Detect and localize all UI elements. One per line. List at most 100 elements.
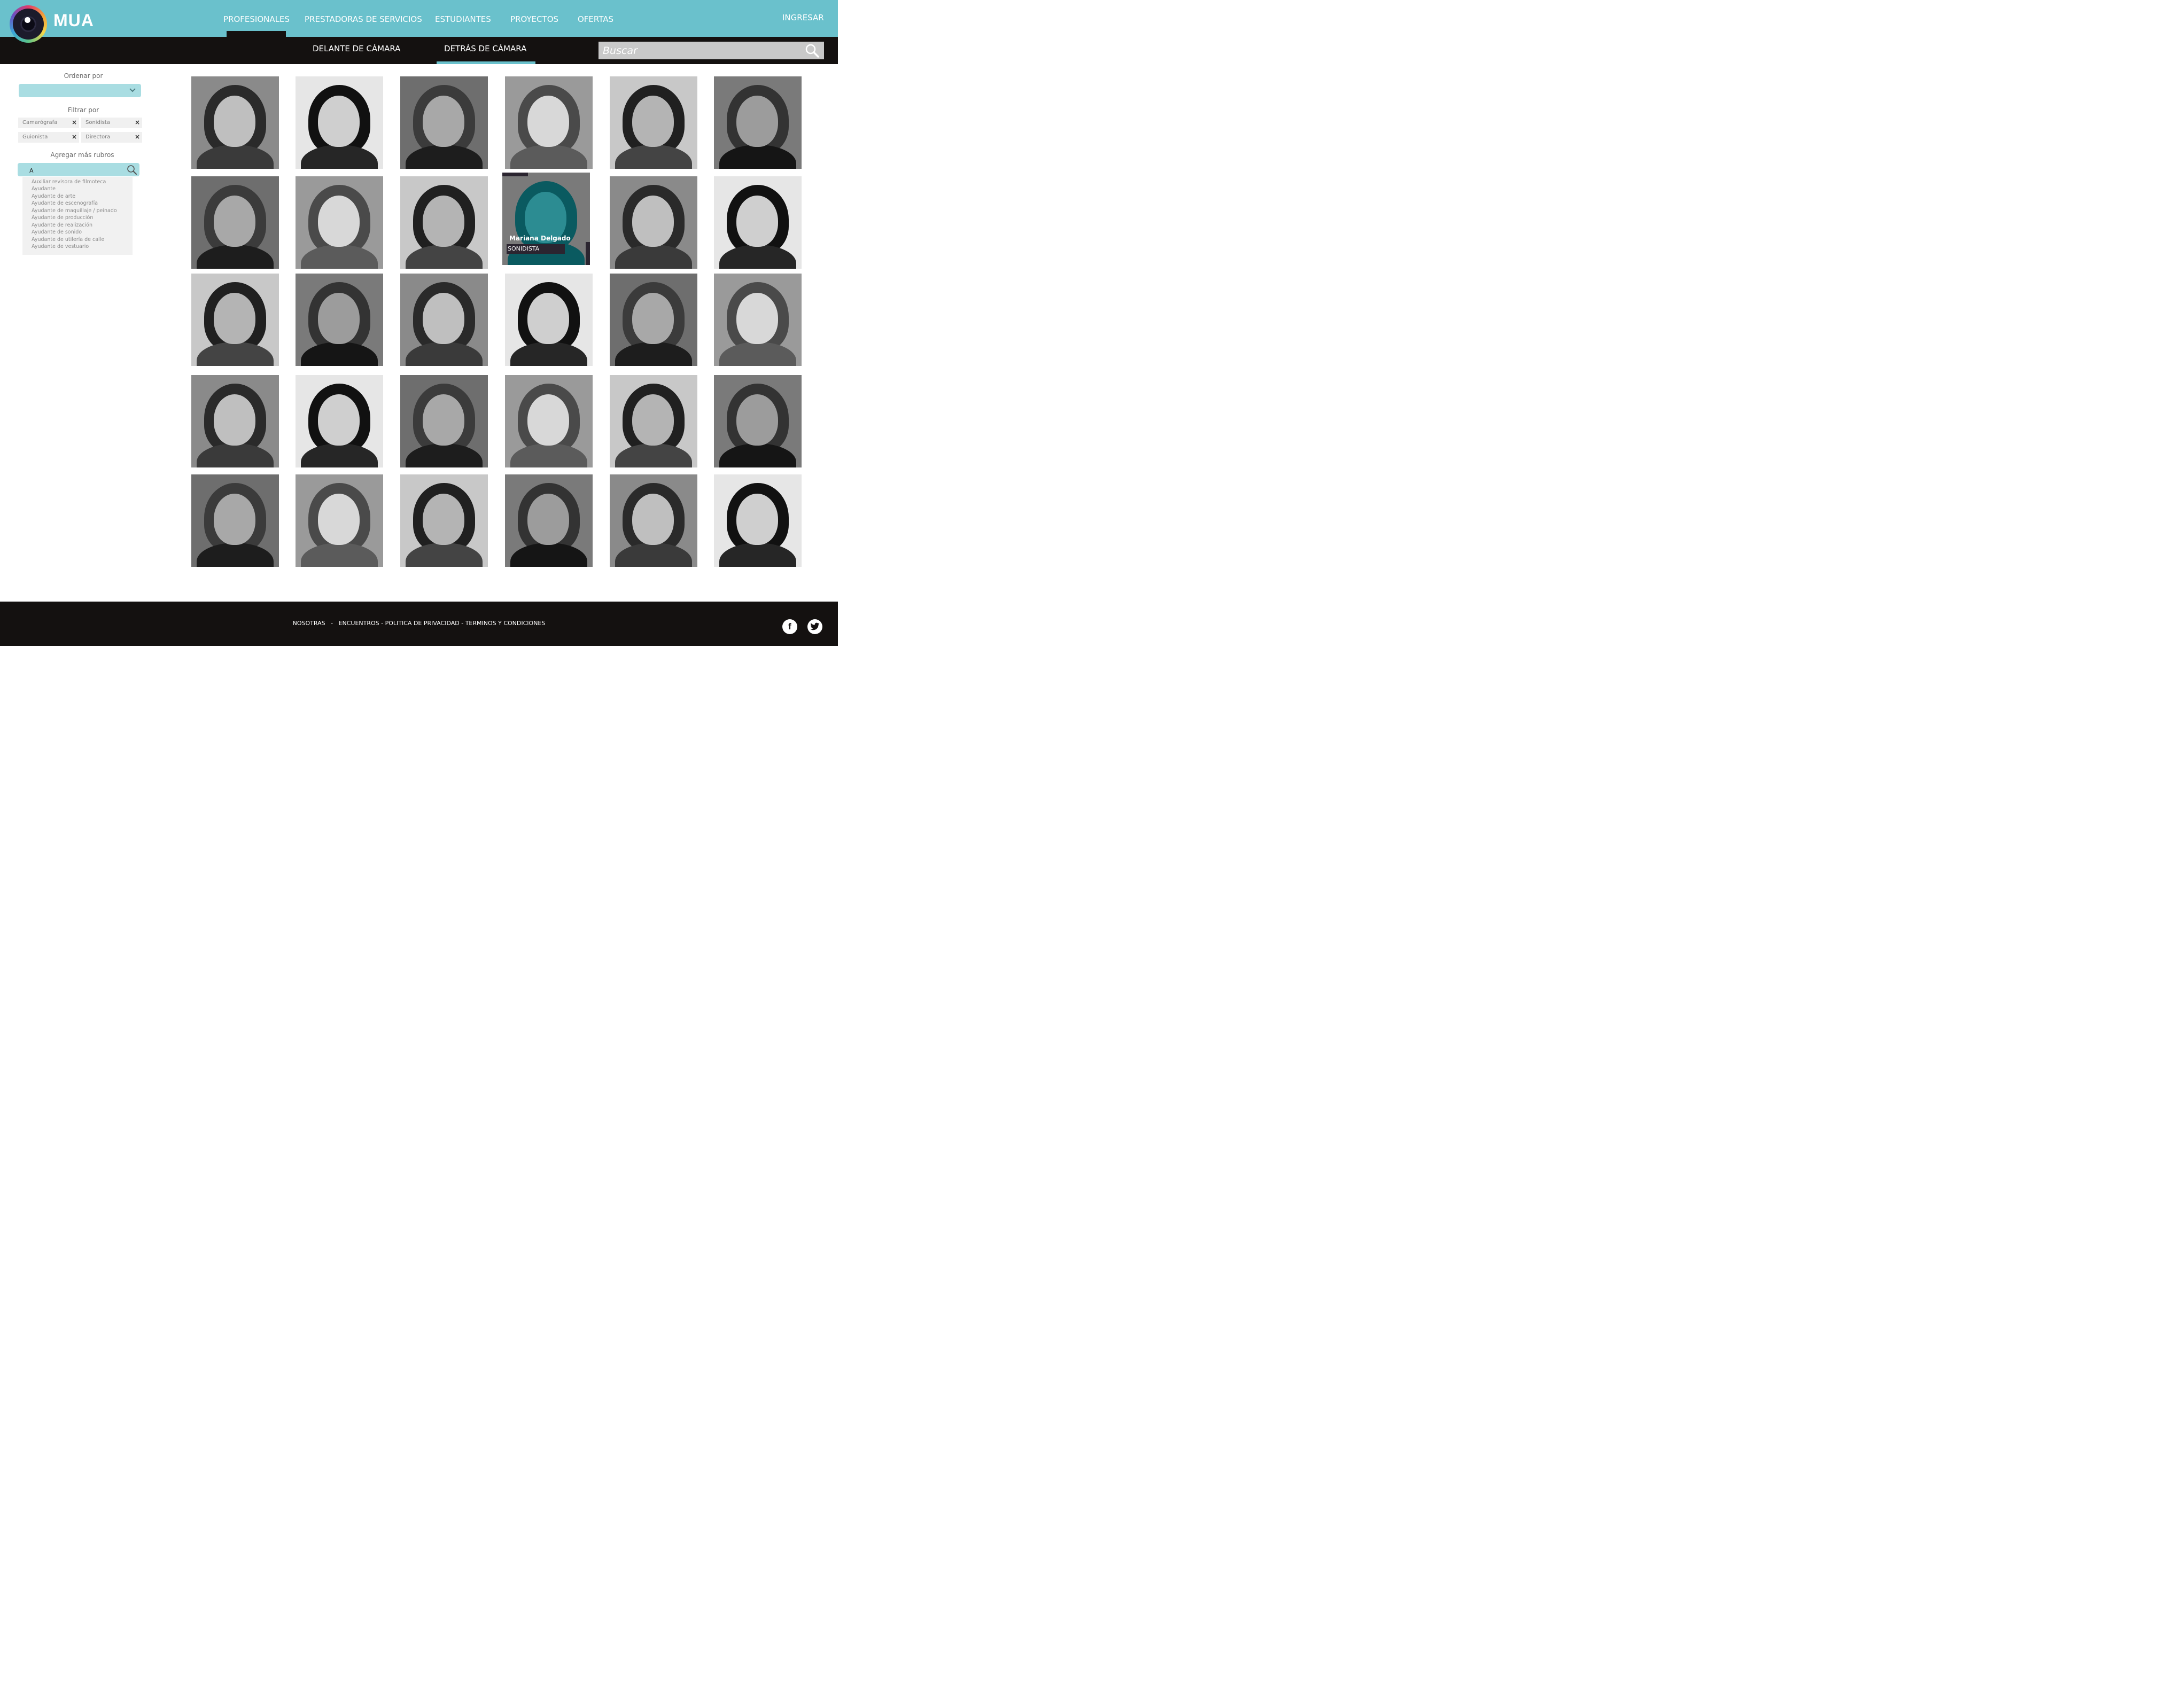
suggestion-item[interactable]: Ayudante de producción xyxy=(32,215,93,221)
photo-face xyxy=(632,96,674,147)
profile-photo[interactable] xyxy=(191,375,279,467)
suggestion-item[interactable]: Ayudante de maquillaje / peinado xyxy=(32,208,117,214)
suggestion-item[interactable]: Ayudante de escenografía xyxy=(32,200,98,206)
sort-select[interactable] xyxy=(19,84,141,97)
photo-face xyxy=(527,494,569,545)
filter-chip-label: Guionista xyxy=(22,134,48,140)
profile-photo[interactable] xyxy=(191,76,279,169)
nav-item-prestadoras[interactable]: PRESTADORAS DE SERVICIOS xyxy=(305,14,422,24)
chevron-down-icon xyxy=(129,88,136,92)
profile-photo[interactable] xyxy=(400,176,488,269)
profile-photo[interactable] xyxy=(505,274,593,366)
mua-logo[interactable] xyxy=(10,5,47,43)
photo-body xyxy=(197,145,274,169)
profile-photo[interactable] xyxy=(610,474,697,567)
tab-detras-de-camara[interactable]: DETRÁS DE CÁMARA xyxy=(444,44,526,53)
profile-photo[interactable] xyxy=(296,76,383,169)
tab-delante-de-camara[interactable]: DELANTE DE CÁMARA xyxy=(313,44,400,53)
nav-item-proyectos[interactable]: PROYECTOS xyxy=(510,14,558,24)
profile-photo[interactable] xyxy=(505,76,593,169)
photo-body xyxy=(301,443,378,467)
photo-body xyxy=(406,443,483,467)
profile-photo[interactable]: Mariana Delgado SONIDISTA xyxy=(502,173,590,265)
profile-photo[interactable] xyxy=(714,274,802,366)
photo-body xyxy=(510,443,587,467)
footer-link-privacidad[interactable]: POLITICA DE PRIVACIDAD xyxy=(385,620,460,627)
photo-face xyxy=(423,96,464,147)
profile-photo[interactable] xyxy=(714,76,802,169)
footer-separator: - xyxy=(461,620,465,627)
suggestion-item[interactable]: Auxiliar revisora de filmoteca xyxy=(32,179,106,185)
hover-corner xyxy=(502,173,528,176)
footer-link-terminos[interactable]: TERMINOS Y CONDICIONES xyxy=(465,620,546,627)
filter-chip-label: Directora xyxy=(86,134,111,140)
profile-photo[interactable] xyxy=(714,375,802,467)
search-icon[interactable] xyxy=(127,165,137,175)
profile-photo[interactable] xyxy=(296,274,383,366)
photo-face xyxy=(632,293,674,344)
profile-photo[interactable] xyxy=(191,474,279,567)
photo-body xyxy=(197,543,274,567)
close-icon[interactable]: × xyxy=(72,119,77,126)
subtab-active-indicator xyxy=(437,61,535,64)
profile-photo[interactable] xyxy=(400,76,488,169)
search-input[interactable] xyxy=(599,42,806,59)
profile-photo[interactable] xyxy=(191,274,279,366)
photo-body xyxy=(719,342,796,366)
photo-body xyxy=(719,443,796,467)
suggestion-item[interactable]: Ayudante de utilería de calle xyxy=(32,237,104,243)
search-icon[interactable] xyxy=(805,43,820,58)
profile-photo[interactable] xyxy=(505,375,593,467)
suggestion-item[interactable]: Ayudante de vestuario xyxy=(32,244,89,250)
profile-photo[interactable] xyxy=(610,176,697,269)
footer-link-encuentros[interactable]: ENCUENTROS xyxy=(339,620,379,627)
photo-face xyxy=(423,196,464,247)
filter-chip-guionista: Guionista × xyxy=(18,132,79,143)
profile-photo[interactable] xyxy=(400,474,488,567)
profile-photo[interactable] xyxy=(296,176,383,269)
profile-photo[interactable] xyxy=(714,176,802,269)
profile-photo[interactable] xyxy=(296,474,383,567)
profile-photo[interactable] xyxy=(610,375,697,467)
photo-body xyxy=(301,342,378,366)
camera-lens-icon xyxy=(13,9,44,40)
photo-face xyxy=(423,293,464,344)
profile-photo[interactable] xyxy=(714,474,802,567)
close-icon[interactable]: × xyxy=(72,133,77,141)
close-icon[interactable]: × xyxy=(135,133,140,141)
photo-face xyxy=(632,394,674,446)
nav-item-ofertas[interactable]: OFERTAS xyxy=(578,14,613,24)
close-icon[interactable]: × xyxy=(135,119,140,126)
profile-photo[interactable] xyxy=(505,474,593,567)
photo-body xyxy=(406,342,483,366)
suggestion-item[interactable]: Ayudante de arte xyxy=(32,193,75,199)
photo-face xyxy=(736,494,778,545)
photo-body xyxy=(510,145,587,169)
photo-face xyxy=(318,96,360,147)
profile-photo[interactable] xyxy=(191,176,279,269)
suggestion-item[interactable]: Ayudante de realización xyxy=(32,222,92,228)
suggestion-item[interactable]: Ayudante de sonido xyxy=(32,229,82,235)
brand-name[interactable]: MUA xyxy=(53,11,94,30)
profile-photo[interactable] xyxy=(400,375,488,467)
nav-active-indicator xyxy=(227,31,286,37)
filter-chip-directora: Directora × xyxy=(81,132,142,143)
photo-body xyxy=(197,342,274,366)
sub-bar: DELANTE DE CÁMARA DETRÁS DE CÁMARA xyxy=(0,37,838,64)
nav-item-profesionales[interactable]: PROFESIONALES xyxy=(223,14,290,24)
profile-photo[interactable] xyxy=(296,375,383,467)
photo-face xyxy=(632,196,674,247)
photo-face xyxy=(318,394,360,446)
rubro-search-input[interactable] xyxy=(28,165,121,176)
profile-photo[interactable] xyxy=(610,76,697,169)
twitter-icon[interactable] xyxy=(807,619,822,634)
profile-photo[interactable] xyxy=(400,274,488,366)
profile-photo[interactable] xyxy=(610,274,697,366)
photo-body xyxy=(719,543,796,567)
photo-body xyxy=(719,245,796,269)
nav-item-estudiantes[interactable]: ESTUDIANTES xyxy=(435,14,491,24)
login-link[interactable]: INGRESAR xyxy=(782,13,824,22)
facebook-icon[interactable]: f xyxy=(782,619,797,634)
footer-link-nosotras[interactable]: NOSOTRAS xyxy=(293,620,325,627)
suggestion-item[interactable]: Ayudante xyxy=(32,186,56,192)
